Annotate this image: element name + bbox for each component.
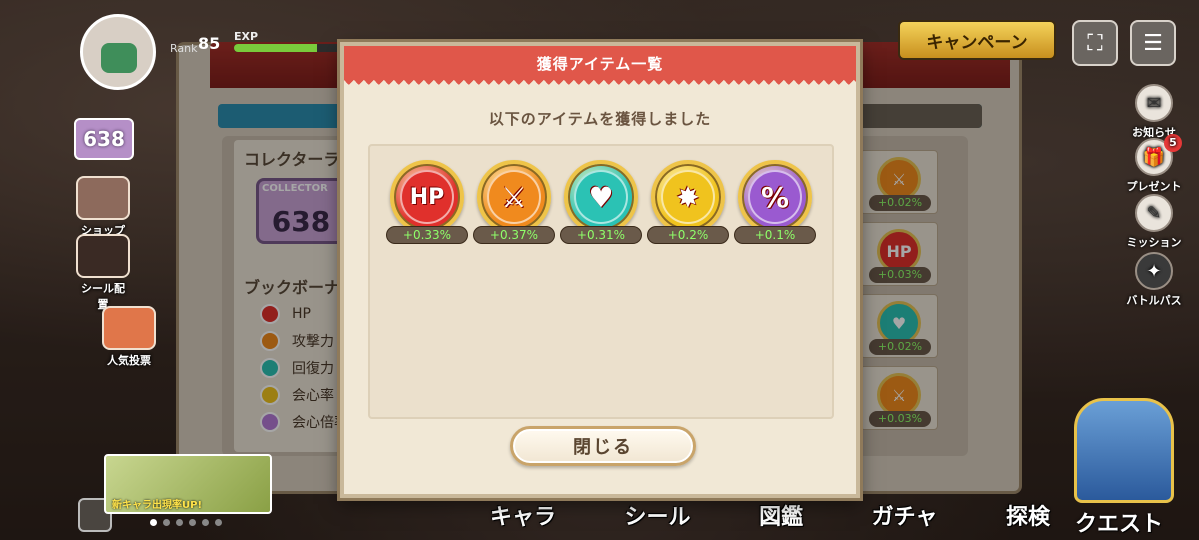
acquired-items-modal: 獲得アイテム一覧 以下のアイテムを獲得しました HP +0.33% ⚔ +0.37% ♥… (340, 42, 860, 498)
castle-icon (1074, 398, 1174, 503)
heart-icon: ♥ (564, 160, 638, 234)
medal-face: ♥ (574, 170, 628, 224)
modal-header-edge (344, 80, 856, 90)
medal-face: ⚔ (487, 170, 541, 224)
critical-star-icon: ✸ (651, 160, 725, 234)
mission-button[interactable]: ✎ ミッション (1124, 194, 1184, 250)
expand-icon: ⛶ (1087, 30, 1103, 56)
item-bonus-value: +0.33% (386, 226, 468, 244)
exp-bar (234, 44, 344, 52)
item-bonus-value: +0.31% (560, 226, 642, 244)
shop-button[interactable]: ショップ (76, 176, 130, 238)
modal-subtitle: 以下のアイテムを獲得しました (488, 110, 712, 128)
medal-glyph: ⚔ (501, 180, 527, 214)
gacha-banner-text: 新キャラ出現率UP! (112, 500, 203, 511)
quest-button[interactable]: クエスト (1044, 398, 1194, 538)
nav-tab-encyclopedia[interactable]: 図鑑 (759, 499, 803, 531)
acquired-item[interactable]: ✸ +0.2% (647, 160, 729, 244)
menu-button[interactable]: ☰ (1130, 20, 1176, 66)
banner-dot[interactable] (176, 519, 183, 526)
medal-glyph: ♥ (588, 180, 614, 214)
present-badge: 5 (1164, 134, 1182, 152)
acquired-item[interactable]: ♥ +0.31% (560, 160, 642, 244)
shop-icon (76, 176, 130, 220)
sticker-placement-button[interactable]: シール配置 (76, 234, 130, 312)
campaign-button[interactable]: キャンペーン (898, 20, 1056, 60)
acquired-items-grid: HP +0.33% ⚔ +0.37% ♥ +0.31% ✸ +0.2%% +0.1% (368, 144, 834, 419)
quest-label: クエスト (1074, 512, 1163, 537)
collector-badge[interactable]: 638 (74, 118, 134, 160)
medal-face: ✸ (661, 170, 715, 224)
exp-bar-fill (234, 44, 317, 52)
item-bonus-value: +0.1% (734, 226, 816, 244)
sticker-icon (76, 234, 130, 278)
rank-label: Rank (170, 42, 198, 55)
notice-button[interactable]: ✉ お知らせ (1124, 84, 1184, 140)
popular-vote-button[interactable]: 人気投票 (96, 306, 162, 368)
banner-pagination (150, 519, 222, 526)
exp-label: EXP (234, 30, 259, 43)
popular-vote-label: 人気投票 (107, 354, 151, 367)
acquired-item[interactable]: HP +0.33% (386, 160, 468, 244)
nav-tab-sticker[interactable]: シール (625, 499, 691, 531)
mission-icon: ✎ (1135, 194, 1173, 232)
battlepass-icon: ✦ (1135, 252, 1173, 290)
banner-dot[interactable] (189, 519, 196, 526)
medal-glyph: ✸ (676, 180, 700, 214)
banner-dot[interactable] (202, 519, 209, 526)
acquired-item[interactable]: ⚔ +0.37% (473, 160, 555, 244)
mission-label: ミッション (1126, 236, 1182, 249)
rank-value: 85 (198, 34, 221, 53)
medal-glyph: % (760, 180, 790, 214)
medal-glyph: HP (409, 184, 445, 210)
banner-dot[interactable] (150, 519, 157, 526)
present-button[interactable]: 🎁 プレゼント 5 (1124, 134, 1184, 194)
hamburger-icon: ☰ (1143, 30, 1163, 56)
battlepass-button[interactable]: ✦ バトルパス (1124, 252, 1184, 308)
hp-icon: HP (390, 160, 464, 234)
close-button[interactable]: 閉じる (510, 426, 696, 466)
banner-dot[interactable] (163, 519, 170, 526)
battlepass-label: バトルパス (1126, 294, 1182, 307)
player-avatar[interactable] (80, 14, 156, 90)
item-bonus-value: +0.2% (647, 226, 729, 244)
banner-dot[interactable] (215, 519, 222, 526)
fullscreen-button[interactable]: ⛶ (1072, 20, 1118, 66)
item-bonus-value: +0.37% (473, 226, 555, 244)
critical-multiplier-icon: % (738, 160, 812, 234)
nav-tab-chara[interactable]: キャラ (490, 499, 556, 531)
modal-header: 獲得アイテム一覧 (344, 46, 856, 80)
present-label: プレゼント (1126, 180, 1182, 193)
attack-icon: ⚔ (477, 160, 551, 234)
nav-tab-gacha[interactable]: ガチャ (872, 499, 938, 531)
acquired-item[interactable]: % +0.1% (734, 160, 816, 244)
medal-face: HP (400, 170, 454, 224)
modal-title: 獲得アイテム一覧 (536, 54, 664, 73)
ballot-box-icon (102, 306, 156, 350)
mail-icon: ✉ (1135, 84, 1173, 122)
medal-face: % (748, 170, 802, 224)
